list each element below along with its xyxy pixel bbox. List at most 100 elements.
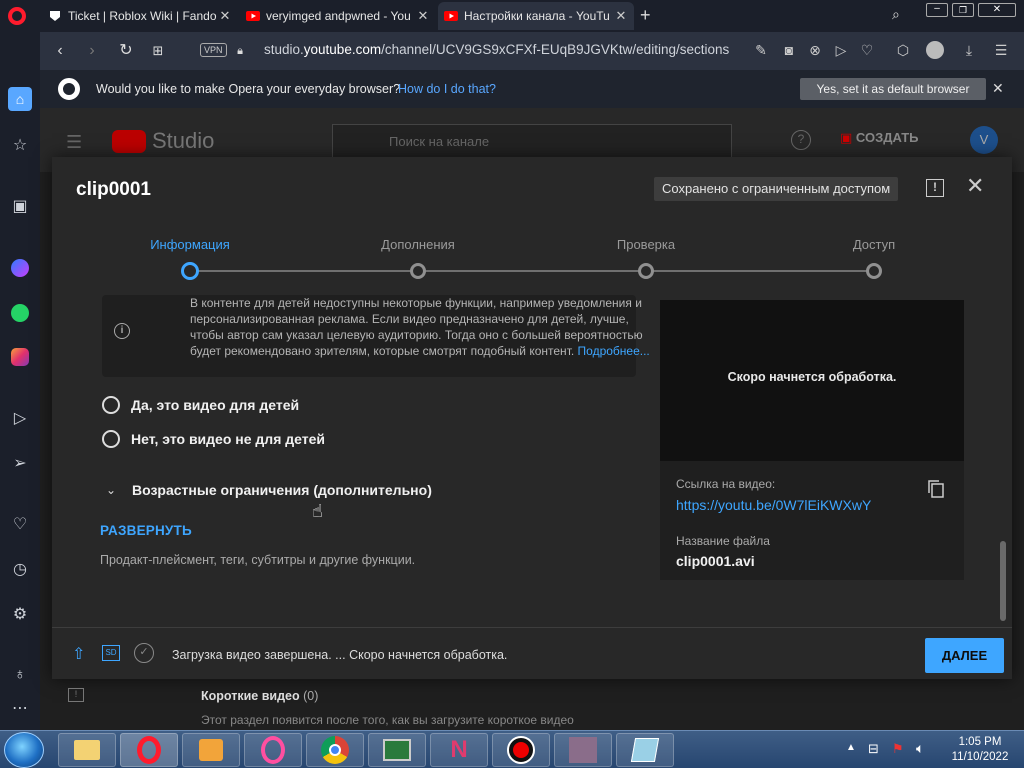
close-dialog-icon[interactable]: ✕ — [966, 175, 984, 197]
taskbar-opera-gx[interactable] — [244, 733, 302, 767]
opera-logo-icon — [58, 78, 80, 100]
taskbar-notepad[interactable] — [616, 733, 674, 767]
cube-icon[interactable]: ⬡ — [894, 41, 912, 59]
step-dot-checks[interactable] — [638, 263, 654, 279]
taskbar-recorder[interactable] — [492, 733, 550, 767]
reload-icon[interactable]: ↻ — [116, 41, 136, 61]
file-name-label: Название файла — [676, 534, 770, 548]
download-icon[interactable]: ⤓ — [960, 41, 978, 59]
help-icon[interactable]: ? — [791, 130, 811, 150]
settings-icon[interactable]: ⚙ — [8, 602, 32, 626]
age-restrictions-toggle[interactable]: Возрастные ограничения (дополнительно) — [132, 482, 432, 498]
easy-setup-icon[interactable]: ☰ — [992, 41, 1010, 59]
tab-close-icon[interactable]: ✕ — [416, 9, 430, 23]
made-for-kids-yes-radio[interactable] — [102, 396, 120, 414]
back-icon[interactable]: ‹ — [50, 41, 70, 61]
heart-icon[interactable]: ♡ — [858, 41, 876, 59]
step-visibility[interactable]: Доступ — [853, 237, 895, 252]
adblock-icon[interactable]: ⊗ — [806, 41, 824, 59]
heart-icon[interactable]: ♡ — [8, 512, 32, 536]
step-elements[interactable]: Дополнения — [381, 237, 455, 252]
how-link[interactable]: How do I do that? — [398, 82, 496, 96]
new-tab-icon[interactable]: + — [640, 5, 651, 26]
processing-text: Скоро начнется обработка. — [727, 370, 897, 384]
taskbar-archive[interactable] — [554, 733, 612, 767]
system-clock[interactable]: 1:05 PM 11/10/2022 — [944, 735, 1016, 765]
feedback-icon[interactable]: ! — [926, 179, 944, 197]
volume-icon[interactable]: 🔈︎ — [916, 740, 924, 757]
made-for-kids-no-label[interactable]: Нет, это видео не для детей — [131, 431, 325, 447]
copy-icon[interactable] — [928, 480, 944, 498]
step-dot-elements[interactable] — [410, 263, 426, 279]
video-link[interactable]: https://youtu.be/0W7lEiKWXwY — [676, 497, 871, 513]
action-center-icon[interactable]: ⚑ — [892, 741, 904, 757]
learn-more-link[interactable]: Подробнее... — [578, 344, 650, 358]
show-more-button[interactable]: РАЗВЕРНУТЬ — [100, 523, 192, 538]
step-dot-visibility[interactable] — [866, 263, 882, 279]
send-icon[interactable]: ▷ — [832, 41, 850, 59]
taskbar-opera[interactable] — [120, 733, 178, 767]
profile-icon[interactable] — [926, 41, 944, 59]
info-icon: i — [114, 323, 130, 339]
search-tabs-icon[interactable]: ⌕ — [892, 6, 900, 23]
youtube-favicon-icon — [246, 9, 260, 23]
avatar[interactable]: V — [970, 126, 998, 154]
tab-close-icon[interactable]: ✕ — [614, 9, 628, 23]
lock-icon[interactable]: 🔒︎ — [230, 41, 250, 61]
maximize-icon[interactable]: ❐ — [952, 3, 974, 17]
dialog-footer: ⇧ SD ✓ Загрузка видео завершена. ... Ско… — [52, 627, 1012, 679]
instagram-icon[interactable] — [8, 345, 32, 369]
tab-close-icon[interactable]: ✕ — [218, 9, 232, 23]
dialog-scrollbar[interactable] — [1000, 541, 1006, 621]
vpn-badge[interactable]: VPN — [200, 43, 227, 57]
media-player-icon — [199, 739, 223, 761]
video-info-panel: Ссылка на видео: https://youtu.be/0W7lEi… — [660, 461, 964, 580]
taskbar-task-manager[interactable] — [368, 733, 426, 767]
forward-icon[interactable]: › — [82, 41, 102, 61]
taskbar-app-n[interactable]: N — [430, 733, 488, 767]
shopping-bag-icon[interactable]: ▣ — [8, 194, 32, 218]
opera-sidebar: ⌂ ☆ ▣ ▷ ➢ ♡ ◷ ⚙ ♁ ⋯ — [0, 32, 40, 730]
video-preview: Скоро начнется обработка. — [660, 300, 964, 461]
send-icon[interactable]: ➢ — [8, 451, 32, 475]
taskbar-explorer[interactable] — [58, 733, 116, 767]
camera-icon[interactable]: ◙ — [780, 41, 798, 59]
create-button[interactable]: ▣ СОЗДАТЬ — [840, 130, 919, 146]
taskbar-chrome[interactable] — [306, 733, 364, 767]
home-icon[interactable]: ⌂ — [8, 87, 32, 111]
next-button[interactable]: ДАЛЕЕ — [925, 638, 1004, 673]
mouse-cursor-icon: ☝ — [312, 501, 323, 521]
made-for-kids-yes-label[interactable]: Да, это видео для детей — [131, 397, 299, 413]
close-window-icon[interactable]: ✕ — [978, 3, 1016, 17]
tray-expand-icon[interactable]: ▲ — [846, 742, 856, 753]
start-button[interactable] — [4, 732, 44, 768]
menu-icon[interactable]: ☰ — [66, 132, 82, 153]
step-checks[interactable]: Проверка — [617, 237, 675, 252]
messenger-icon[interactable] — [8, 256, 32, 280]
step-details[interactable]: Информация — [150, 237, 230, 252]
history-icon[interactable]: ◷ — [8, 557, 32, 581]
made-for-kids-no-radio[interactable] — [102, 430, 120, 448]
archive-icon — [569, 737, 597, 763]
close-bar-icon[interactable]: ✕ — [992, 80, 1004, 97]
step-dot-details[interactable] — [181, 262, 199, 280]
tab-roblox[interactable]: Ticket | Roblox Wiki | Fando ✕ — [42, 2, 238, 30]
network-icon[interactable]: ⊟ — [868, 741, 879, 757]
chevron-down-icon[interactable]: ⌄ — [106, 483, 116, 497]
set-default-button[interactable]: Yes, set it as default browser — [800, 78, 986, 100]
tab-overview-icon[interactable]: ⊞ — [148, 41, 168, 61]
opera-icon — [137, 736, 161, 764]
tab-channel-settings[interactable]: Настройки канала - YouTu ✕ — [438, 2, 634, 30]
taskbar-media-player[interactable] — [182, 733, 240, 767]
studio-search[interactable]: Поиск на канале — [332, 124, 732, 158]
opera-menu-icon[interactable] — [8, 7, 26, 25]
lightbulb-icon[interactable]: ♁ — [8, 663, 32, 687]
more-icon[interactable]: ⋯ — [8, 696, 32, 720]
whatsapp-icon[interactable] — [8, 301, 32, 325]
minimize-icon[interactable]: – — [926, 3, 948, 17]
url-field[interactable]: studio.youtube.com/channel/UCV9GS9xCFXf-… — [264, 42, 729, 57]
player-icon[interactable]: ▷ — [8, 406, 32, 430]
tab-youtube-channel[interactable]: veryimged andpwned - You ✕ — [240, 2, 436, 30]
edit-icon[interactable]: ✎ — [752, 41, 770, 59]
bookmarks-icon[interactable]: ☆ — [8, 133, 32, 157]
